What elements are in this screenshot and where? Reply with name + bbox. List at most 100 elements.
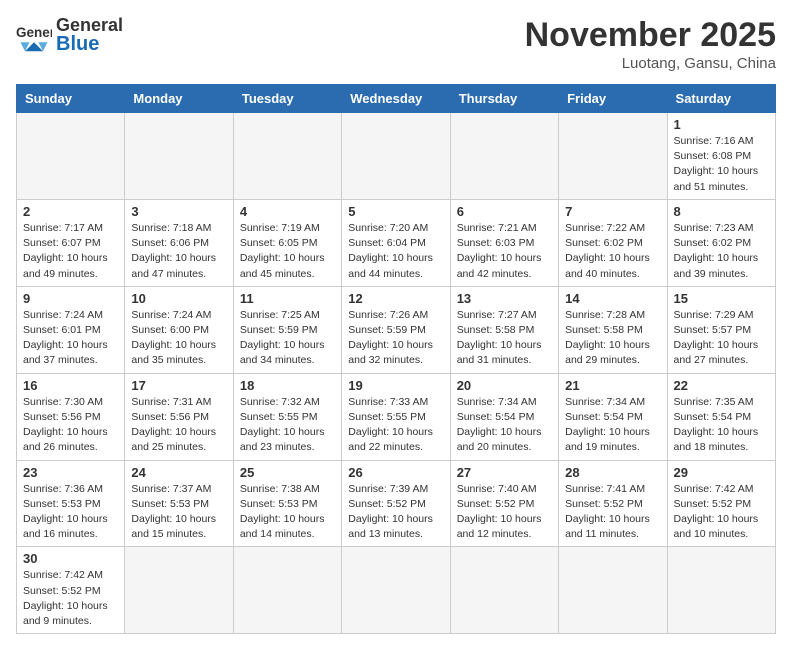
calendar-cell <box>233 113 341 200</box>
calendar-cell: 17 Sunrise: 7:31 AMSunset: 5:56 PMDayligh… <box>125 373 233 460</box>
logo-icon: General <box>16 17 52 53</box>
calendar-week-row: 9Sunrise: 7:24 AMSunset: 6:01 PMDaylight… <box>17 286 776 373</box>
day-number: 24 <box>131 465 226 480</box>
day-number: 13 <box>457 291 552 306</box>
calendar-cell: 10Sunrise: 7:24 AMSunset: 6:00 PMDayligh… <box>125 286 233 373</box>
day-number: 23 <box>23 465 118 480</box>
calendar-cell: 7 Sunrise: 7:22 AMSunset: 6:02 PMDaylight… <box>559 199 667 286</box>
day-info: Sunrise: 7:27 AMSunset: 5:58 PMDaylight:… <box>457 308 552 369</box>
calendar-cell: 12Sunrise: 7:26 AMSunset: 5:59 PMDayligh… <box>342 286 450 373</box>
day-info: Sunrise: 7:24 AMSunset: 6:01 PMDaylight:… <box>23 308 118 369</box>
day-number: 8 <box>674 204 769 219</box>
day-info: Sunrise: 7:34 AMSunset: 5:54 PMDaylight:… <box>457 395 552 456</box>
weekday-header: Tuesday <box>233 85 341 113</box>
calendar-header-row: SundayMondayTuesdayWednesdayThursdayFrid… <box>17 85 776 113</box>
day-number: 21 <box>565 378 660 393</box>
calendar-cell: 6 Sunrise: 7:21 AMSunset: 6:03 PMDaylight… <box>450 199 558 286</box>
calendar-cell: 29 Sunrise: 7:42 AMSunset: 5:52 PMDayligh… <box>667 460 775 547</box>
calendar-cell: 3Sunrise: 7:18 AMSunset: 6:06 PMDaylight… <box>125 199 233 286</box>
calendar-cell: 11 Sunrise: 7:25 AMSunset: 5:59 PMDayligh… <box>233 286 341 373</box>
calendar-cell <box>125 113 233 200</box>
day-number: 10 <box>131 291 226 306</box>
calendar-cell: 30 Sunrise: 7:42 AMSunset: 5:52 PMDayligh… <box>17 547 125 634</box>
weekday-header: Sunday <box>17 85 125 113</box>
day-number: 27 <box>457 465 552 480</box>
day-number: 22 <box>674 378 769 393</box>
calendar-cell: 4 Sunrise: 7:19 AMSunset: 6:05 PMDaylight… <box>233 199 341 286</box>
calendar: SundayMondayTuesdayWednesdayThursdayFrid… <box>16 84 776 634</box>
calendar-week-row: 16Sunrise: 7:30 AMSunset: 5:56 PMDayligh… <box>17 373 776 460</box>
calendar-cell: 8 Sunrise: 7:23 AMSunset: 6:02 PMDaylight… <box>667 199 775 286</box>
calendar-cell <box>125 547 233 634</box>
calendar-cell: 27 Sunrise: 7:40 AMSunset: 5:52 PMDayligh… <box>450 460 558 547</box>
day-number: 6 <box>457 204 552 219</box>
day-info: Sunrise: 7:37 AMSunset: 5:53 PMDaylight:… <box>131 482 226 543</box>
day-info: Sunrise: 7:31 AMSunset: 5:56 PMDaylight:… <box>131 395 226 456</box>
svg-text:General: General <box>16 25 52 40</box>
calendar-cell: 9Sunrise: 7:24 AMSunset: 6:01 PMDaylight… <box>17 286 125 373</box>
day-info: Sunrise: 7:40 AMSunset: 5:52 PMDaylight:… <box>457 482 552 543</box>
calendar-cell <box>17 113 125 200</box>
weekday-header: Wednesday <box>342 85 450 113</box>
calendar-cell: 14Sunrise: 7:28 AMSunset: 5:58 PMDayligh… <box>559 286 667 373</box>
day-info: Sunrise: 7:16 AMSunset: 6:08 PMDaylight:… <box>674 134 769 195</box>
calendar-cell: 28Sunrise: 7:41 AMSunset: 5:52 PMDayligh… <box>559 460 667 547</box>
weekday-header: Monday <box>125 85 233 113</box>
day-number: 28 <box>565 465 660 480</box>
day-info: Sunrise: 7:18 AMSunset: 6:06 PMDaylight:… <box>131 221 226 282</box>
day-number: 26 <box>348 465 443 480</box>
day-number: 4 <box>240 204 335 219</box>
day-number: 25 <box>240 465 335 480</box>
day-number: 17 <box>131 378 226 393</box>
calendar-cell: 16Sunrise: 7:30 AMSunset: 5:56 PMDayligh… <box>17 373 125 460</box>
calendar-cell: 21 Sunrise: 7:34 AMSunset: 5:54 PMDayligh… <box>559 373 667 460</box>
calendar-week-row: 1 Sunrise: 7:16 AMSunset: 6:08 PMDaylight… <box>17 113 776 200</box>
day-number: 15 <box>674 291 769 306</box>
day-info: Sunrise: 7:25 AMSunset: 5:59 PMDaylight:… <box>240 308 335 369</box>
month-title: November 2025 <box>525 16 776 55</box>
calendar-cell <box>342 113 450 200</box>
calendar-week-row: 23 Sunrise: 7:36 AMSunset: 5:53 PMDayligh… <box>17 460 776 547</box>
day-number: 19 <box>348 378 443 393</box>
calendar-week-row: 30 Sunrise: 7:42 AMSunset: 5:52 PMDayligh… <box>17 547 776 634</box>
calendar-cell <box>559 547 667 634</box>
calendar-cell <box>559 113 667 200</box>
day-info: Sunrise: 7:29 AMSunset: 5:57 PMDaylight:… <box>674 308 769 369</box>
calendar-cell: 23 Sunrise: 7:36 AMSunset: 5:53 PMDayligh… <box>17 460 125 547</box>
calendar-cell: 5Sunrise: 7:20 AMSunset: 6:04 PMDaylight… <box>342 199 450 286</box>
day-info: Sunrise: 7:23 AMSunset: 6:02 PMDaylight:… <box>674 221 769 282</box>
day-info: Sunrise: 7:28 AMSunset: 5:58 PMDaylight:… <box>565 308 660 369</box>
calendar-week-row: 2Sunrise: 7:17 AMSunset: 6:07 PMDaylight… <box>17 199 776 286</box>
day-info: Sunrise: 7:35 AMSunset: 5:54 PMDaylight:… <box>674 395 769 456</box>
day-info: Sunrise: 7:32 AMSunset: 5:55 PMDaylight:… <box>240 395 335 456</box>
weekday-header: Saturday <box>667 85 775 113</box>
day-info: Sunrise: 7:22 AMSunset: 6:02 PMDaylight:… <box>565 221 660 282</box>
day-info: Sunrise: 7:36 AMSunset: 5:53 PMDaylight:… <box>23 482 118 543</box>
calendar-cell: 24 Sunrise: 7:37 AMSunset: 5:53 PMDayligh… <box>125 460 233 547</box>
day-number: 29 <box>674 465 769 480</box>
logo: General General Blue <box>16 16 123 54</box>
calendar-cell <box>450 113 558 200</box>
day-number: 1 <box>674 117 769 132</box>
calendar-cell: 22 Sunrise: 7:35 AMSunset: 5:54 PMDayligh… <box>667 373 775 460</box>
location-title: Luotang, Gansu, China <box>525 55 776 72</box>
day-info: Sunrise: 7:33 AMSunset: 5:55 PMDaylight:… <box>348 395 443 456</box>
day-number: 30 <box>23 551 118 566</box>
day-info: Sunrise: 7:19 AMSunset: 6:05 PMDaylight:… <box>240 221 335 282</box>
weekday-header: Friday <box>559 85 667 113</box>
day-number: 7 <box>565 204 660 219</box>
day-info: Sunrise: 7:39 AMSunset: 5:52 PMDaylight:… <box>348 482 443 543</box>
day-info: Sunrise: 7:34 AMSunset: 5:54 PMDaylight:… <box>565 395 660 456</box>
calendar-cell: 19 Sunrise: 7:33 AMSunset: 5:55 PMDayligh… <box>342 373 450 460</box>
day-number: 5 <box>348 204 443 219</box>
calendar-cell: 18Sunrise: 7:32 AMSunset: 5:55 PMDayligh… <box>233 373 341 460</box>
day-number: 12 <box>348 291 443 306</box>
calendar-cell: 20Sunrise: 7:34 AMSunset: 5:54 PMDayligh… <box>450 373 558 460</box>
logo-text: General Blue <box>56 16 123 54</box>
day-info: Sunrise: 7:42 AMSunset: 5:52 PMDaylight:… <box>23 568 118 629</box>
day-number: 11 <box>240 291 335 306</box>
calendar-cell <box>667 547 775 634</box>
day-info: Sunrise: 7:42 AMSunset: 5:52 PMDaylight:… <box>674 482 769 543</box>
day-info: Sunrise: 7:21 AMSunset: 6:03 PMDaylight:… <box>457 221 552 282</box>
calendar-cell: 25Sunrise: 7:38 AMSunset: 5:53 PMDayligh… <box>233 460 341 547</box>
